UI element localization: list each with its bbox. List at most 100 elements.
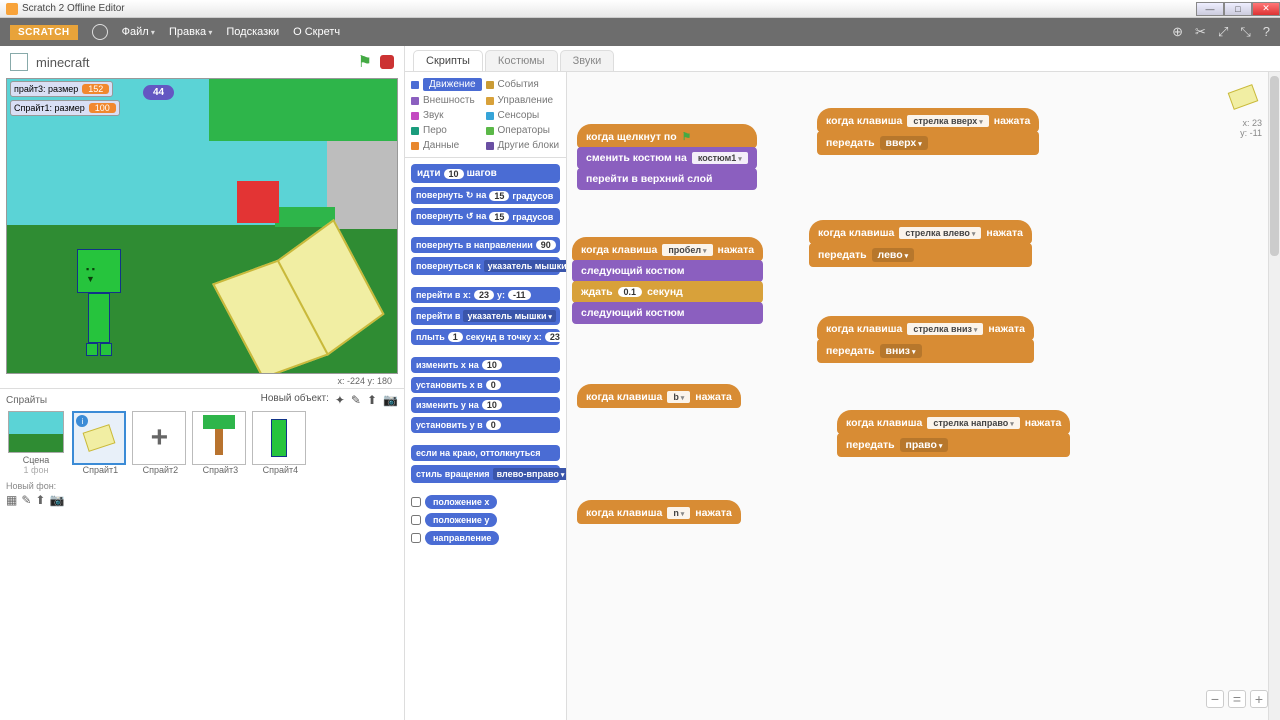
cat-motion[interactable]: Движение: [411, 76, 486, 93]
block-next-costume-2: следующий костюм: [572, 302, 763, 324]
help-icon[interactable]: ?: [1263, 24, 1270, 40]
hat-key-down: когда клавишастрелка внизнажата: [817, 316, 1034, 340]
stage-thumbnail[interactable]: Сцена 1 фон: [6, 411, 66, 475]
minimize-button[interactable]: —: [1196, 2, 1224, 16]
stage-coords: x: -224 y: 180: [0, 374, 404, 388]
reporter-x[interactable]: положение x: [411, 495, 560, 509]
script-stack-space[interactable]: когда клавишапробелнажата следующий кост…: [572, 237, 763, 323]
hat-key-space: когда клавишапробелнажата: [572, 237, 763, 261]
sprite-label: Спрайт1: [72, 465, 128, 475]
cat-pen[interactable]: Перо: [411, 123, 486, 138]
shrink-icon[interactable]: ⤡: [1240, 24, 1250, 40]
block-broadcast-up: передатьвверх: [817, 131, 1039, 155]
menu-tips[interactable]: Подсказки: [226, 26, 279, 38]
script-stack-left[interactable]: когда клавишастрелка влевонажата передат…: [809, 220, 1032, 266]
monitor-value: 152: [82, 84, 109, 94]
block-switch-costume: сменить костюм накостюм1: [577, 147, 757, 169]
sprite-item-4[interactable]: Спрайт4: [252, 411, 308, 507]
script-stack-flag[interactable]: когда щелкнут по⚑ сменить костюм накостю…: [577, 124, 757, 189]
block-goto-xy[interactable]: перейти в x:23y:-11: [411, 287, 560, 303]
choose-sprite-icon[interactable]: ✦: [335, 393, 345, 407]
script-stack-n[interactable]: когда клавишаnнажата: [577, 500, 741, 523]
monitor-sprite1-size[interactable]: Спрайт1: размер 100: [10, 100, 120, 116]
close-button[interactable]: ✕: [1252, 2, 1280, 16]
block-turn-left[interactable]: повернуть ↺ на15градусов: [411, 208, 560, 225]
duplicate-icon[interactable]: ✂: [1195, 24, 1206, 40]
info-icon[interactable]: i: [76, 415, 88, 427]
cat-sensing[interactable]: Сенсоры: [486, 108, 561, 123]
paint-bg-icon[interactable]: ✎: [21, 493, 35, 507]
tab-costumes[interactable]: Костюмы: [485, 50, 558, 71]
camera-sprite-icon[interactable]: 📷: [383, 393, 398, 407]
script-stack-up[interactable]: когда клавишастрелка вверхнажата передат…: [817, 108, 1039, 154]
block-set-x[interactable]: установить x в0: [411, 377, 560, 393]
script-stack-b[interactable]: когда клавишаbнажата: [577, 384, 741, 407]
stage[interactable]: ▪ ▪▼ прайт3: размер 152 Спрайт1: размер …: [6, 78, 398, 374]
block-change-y[interactable]: изменить y на10: [411, 397, 560, 413]
block-point-dir[interactable]: повернуть в направлении90: [411, 237, 560, 253]
block-list: идти10шагов повернуть ↻ на15градусов пов…: [405, 158, 566, 720]
hat-key-b: когда клавишаbнажата: [577, 384, 741, 408]
hat-key-right: когда клавишастрелка направонажата: [837, 410, 1070, 434]
cat-more[interactable]: Другие блоки: [486, 138, 561, 153]
creeper-sprite[interactable]: ▪ ▪▼: [77, 249, 121, 359]
block-rotation-style[interactable]: стиль вращениявлево-вправо: [411, 465, 560, 483]
block-bounce[interactable]: если на краю, оттолкнуться: [411, 445, 560, 461]
variable-badge[interactable]: 44: [143, 85, 174, 100]
sprites-heading: Спрайты: [6, 395, 47, 406]
reporter-y[interactable]: положение y: [411, 513, 560, 527]
cat-operators[interactable]: Операторы: [486, 123, 561, 138]
upload-sprite-icon[interactable]: ⬆: [367, 393, 377, 407]
cat-data[interactable]: Данные: [411, 138, 486, 153]
tab-scripts[interactable]: Скрипты: [413, 50, 483, 71]
monitor-sprite3-size[interactable]: прайт3: размер 152: [10, 81, 113, 97]
tool-icons: ⊕ ✂ ⤢ ⤡ ?: [1172, 24, 1270, 40]
paint-sprite-icon[interactable]: ✎: [351, 393, 361, 407]
block-glide[interactable]: плыть1секунд в точку x:23: [411, 329, 560, 345]
script-stack-down[interactable]: когда клавишастрелка внизнажата передать…: [817, 316, 1034, 362]
monitor-label: Спрайт1: размер: [14, 103, 85, 113]
stage-sublabel: 1 фон: [6, 465, 66, 475]
monitor-label: прайт3: размер: [14, 84, 78, 94]
menu-bar: SCRATCH Файл Правка Подсказки О Скретч ⊕…: [0, 18, 1280, 46]
window-titlebar: Scratch 2 Offline Editor — □ ✕: [0, 0, 1280, 18]
globe-icon[interactable]: [92, 24, 108, 40]
cat-control[interactable]: Управление: [486, 93, 561, 108]
reporter-dir[interactable]: направление: [411, 531, 560, 545]
script-stack-right[interactable]: когда клавишастрелка направонажата перед…: [837, 410, 1070, 456]
sprite-item-3[interactable]: Спрайт3: [192, 411, 248, 507]
cat-events[interactable]: События: [486, 76, 561, 93]
block-turn-right[interactable]: повернуть ↻ на15градусов: [411, 187, 560, 204]
upload-bg-icon[interactable]: ⬆: [35, 493, 49, 507]
script-canvas[interactable]: x: 23y: -11 когда щелкнут по⚑ сменить ко…: [567, 72, 1280, 720]
stage-gray-block: [327, 141, 398, 229]
grow-icon[interactable]: ⤢: [1218, 24, 1228, 40]
scrollbar[interactable]: [1268, 72, 1280, 720]
zoom-reset-icon[interactable]: =: [1228, 690, 1246, 708]
zoom-out-icon[interactable]: −: [1206, 690, 1224, 708]
block-change-x[interactable]: изменить x на10: [411, 357, 560, 373]
maximize-button[interactable]: □: [1224, 2, 1252, 16]
zoom-in-icon[interactable]: +: [1250, 690, 1268, 708]
sprite-item-2[interactable]: + Спрайт2: [132, 411, 188, 507]
menu-edit[interactable]: Правка: [169, 26, 212, 38]
lib-bg-icon[interactable]: ▦: [6, 493, 21, 507]
menu-about[interactable]: О Скретч: [293, 26, 340, 38]
menu-file[interactable]: Файл: [122, 26, 155, 38]
cat-sound[interactable]: Звук: [411, 108, 486, 123]
tab-sounds[interactable]: Звуки: [560, 50, 615, 71]
green-flag-icon[interactable]: ⚑: [358, 52, 372, 72]
block-move[interactable]: идти10шагов: [411, 164, 560, 183]
cat-looks[interactable]: Внешность: [411, 93, 486, 108]
brand-logo[interactable]: SCRATCH: [10, 25, 78, 40]
block-set-y[interactable]: установить y в0: [411, 417, 560, 433]
fullscreen-icon[interactable]: [10, 53, 28, 71]
block-goto-obj[interactable]: перейти вуказатель мышки: [411, 307, 560, 325]
camera-bg-icon[interactable]: 📷: [49, 493, 68, 507]
block-point-to[interactable]: повернуться куказатель мышки: [411, 257, 560, 275]
stamp-icon[interactable]: ⊕: [1172, 24, 1183, 40]
block-go-to-front: перейти в верхний слой: [577, 168, 757, 190]
stop-icon[interactable]: [380, 55, 394, 69]
project-title[interactable]: minecraft: [36, 55, 89, 70]
sprite-item-1[interactable]: i Спрайт1: [72, 411, 128, 507]
